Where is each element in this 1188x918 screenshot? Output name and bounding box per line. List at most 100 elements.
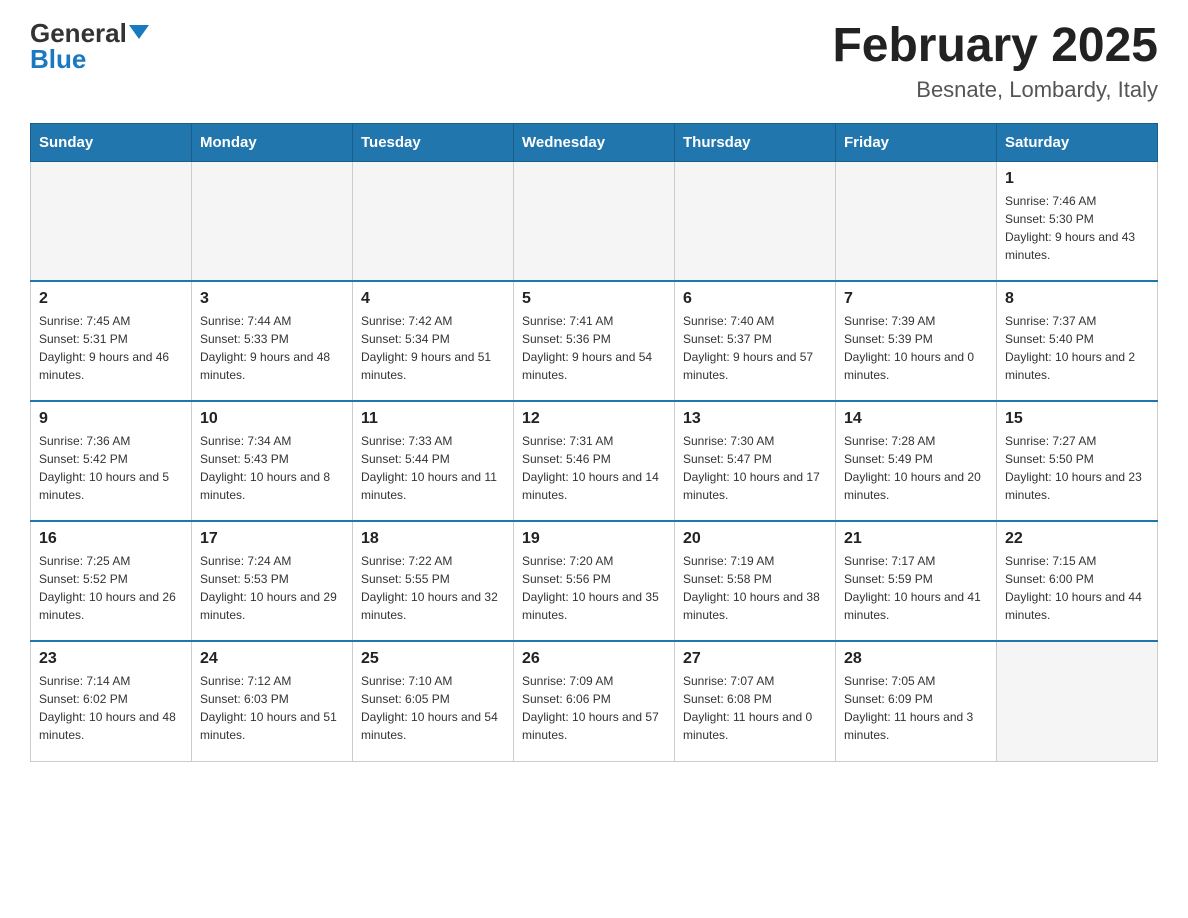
table-row: 22 Sunrise: 7:15 AMSunset: 6:00 PMDayligh… [997,521,1158,641]
day-info: Sunrise: 7:05 AMSunset: 6:09 PMDaylight:… [844,672,988,744]
day-number: 24 [200,650,344,668]
table-row: 9 Sunrise: 7:36 AMSunset: 5:42 PMDaylight… [31,401,192,521]
col-saturday: Saturday [997,123,1158,161]
table-row: 6 Sunrise: 7:40 AMSunset: 5:37 PMDaylight… [675,281,836,401]
day-info: Sunrise: 7:19 AMSunset: 5:58 PMDaylight:… [683,552,827,624]
table-row: 17 Sunrise: 7:24 AMSunset: 5:53 PMDayligh… [192,521,353,641]
day-number: 13 [683,410,827,428]
col-tuesday: Tuesday [353,123,514,161]
day-number: 18 [361,530,505,548]
day-number: 6 [683,290,827,308]
day-number: 19 [522,530,666,548]
day-number: 7 [844,290,988,308]
col-wednesday: Wednesday [514,123,675,161]
day-number: 2 [39,290,183,308]
table-row: 19 Sunrise: 7:20 AMSunset: 5:56 PMDayligh… [514,521,675,641]
page-header: General Blue February 2025 Besnate, Lomb… [30,20,1158,103]
table-row: 25Sunrise: 7:10 AMSunset: 6:05 PMDayligh… [353,641,514,761]
table-row [836,161,997,281]
col-thursday: Thursday [675,123,836,161]
day-number: 22 [1005,530,1149,548]
day-info: Sunrise: 7:09 AMSunset: 6:06 PMDaylight:… [522,672,666,744]
table-row: 16 Sunrise: 7:25 AMSunset: 5:52 PMDayligh… [31,521,192,641]
day-number: 12 [522,410,666,428]
logo-triangle-icon [129,25,149,39]
table-row: 13 Sunrise: 7:30 AMSunset: 5:47 PMDayligh… [675,401,836,521]
table-row: 1 Sunrise: 7:46 AMSunset: 5:30 PMDaylight… [997,161,1158,281]
day-info: Sunrise: 7:07 AMSunset: 6:08 PMDaylight:… [683,672,827,744]
col-monday: Monday [192,123,353,161]
day-info: Sunrise: 7:34 AMSunset: 5:43 PMDaylight:… [200,432,344,504]
table-row [192,161,353,281]
table-row: 23Sunrise: 7:14 AMSunset: 6:02 PMDayligh… [31,641,192,761]
location: Besnate, Lombardy, Italy [832,77,1158,103]
day-number: 14 [844,410,988,428]
table-row: 15 Sunrise: 7:27 AMSunset: 5:50 PMDayligh… [997,401,1158,521]
day-info: Sunrise: 7:15 AMSunset: 6:00 PMDaylight:… [1005,552,1149,624]
calendar-week-1: 1 Sunrise: 7:46 AMSunset: 5:30 PMDaylight… [31,161,1158,281]
table-row: 24 Sunrise: 7:12 AMSunset: 6:03 PMDayligh… [192,641,353,761]
calendar-header-row: Sunday Monday Tuesday Wednesday Thursday… [31,123,1158,161]
day-info: Sunrise: 7:45 AMSunset: 5:31 PMDaylight:… [39,312,183,384]
logo-blue-text: Blue [30,46,86,72]
day-info: Sunrise: 7:24 AMSunset: 5:53 PMDaylight:… [200,552,344,624]
day-number: 10 [200,410,344,428]
day-number: 27 [683,650,827,668]
calendar-week-3: 9 Sunrise: 7:36 AMSunset: 5:42 PMDaylight… [31,401,1158,521]
day-number: 11 [361,410,505,428]
table-row: 26 Sunrise: 7:09 AMSunset: 6:06 PMDayligh… [514,641,675,761]
day-number: 20 [683,530,827,548]
day-info: Sunrise: 7:39 AMSunset: 5:39 PMDaylight:… [844,312,988,384]
calendar-week-2: 2 Sunrise: 7:45 AMSunset: 5:31 PMDaylight… [31,281,1158,401]
table-row: 7 Sunrise: 7:39 AMSunset: 5:39 PMDaylight… [836,281,997,401]
day-info: Sunrise: 7:46 AMSunset: 5:30 PMDaylight:… [1005,192,1149,264]
day-info: Sunrise: 7:41 AMSunset: 5:36 PMDaylight:… [522,312,666,384]
day-info: Sunrise: 7:31 AMSunset: 5:46 PMDaylight:… [522,432,666,504]
day-number: 15 [1005,410,1149,428]
day-number: 8 [1005,290,1149,308]
table-row [997,641,1158,761]
day-info: Sunrise: 7:27 AMSunset: 5:50 PMDaylight:… [1005,432,1149,504]
day-info: Sunrise: 7:12 AMSunset: 6:03 PMDaylight:… [200,672,344,744]
day-number: 3 [200,290,344,308]
table-row: 5 Sunrise: 7:41 AMSunset: 5:36 PMDaylight… [514,281,675,401]
logo-general-text: General [30,20,149,46]
day-number: 26 [522,650,666,668]
day-info: Sunrise: 7:25 AMSunset: 5:52 PMDaylight:… [39,552,183,624]
day-number: 4 [361,290,505,308]
day-number: 23 [39,650,183,668]
day-info: Sunrise: 7:30 AMSunset: 5:47 PMDaylight:… [683,432,827,504]
table-row: 14Sunrise: 7:28 AMSunset: 5:49 PMDayligh… [836,401,997,521]
table-row [353,161,514,281]
day-number: 25 [361,650,505,668]
day-number: 5 [522,290,666,308]
day-number: 1 [1005,170,1149,188]
calendar-week-5: 23Sunrise: 7:14 AMSunset: 6:02 PMDayligh… [31,641,1158,761]
day-number: 16 [39,530,183,548]
table-row: 4 Sunrise: 7:42 AMSunset: 5:34 PMDaylight… [353,281,514,401]
day-info: Sunrise: 7:22 AMSunset: 5:55 PMDaylight:… [361,552,505,624]
calendar-week-4: 16 Sunrise: 7:25 AMSunset: 5:52 PMDayligh… [31,521,1158,641]
day-number: 9 [39,410,183,428]
calendar-table: Sunday Monday Tuesday Wednesday Thursday… [30,123,1158,762]
day-info: Sunrise: 7:44 AMSunset: 5:33 PMDaylight:… [200,312,344,384]
day-number: 21 [844,530,988,548]
day-info: Sunrise: 7:37 AMSunset: 5:40 PMDaylight:… [1005,312,1149,384]
col-sunday: Sunday [31,123,192,161]
table-row: 12 Sunrise: 7:31 AMSunset: 5:46 PMDayligh… [514,401,675,521]
day-info: Sunrise: 7:42 AMSunset: 5:34 PMDaylight:… [361,312,505,384]
table-row: 10 Sunrise: 7:34 AMSunset: 5:43 PMDayligh… [192,401,353,521]
table-row: 3 Sunrise: 7:44 AMSunset: 5:33 PMDaylight… [192,281,353,401]
title-block: February 2025 Besnate, Lombardy, Italy [832,20,1158,103]
day-number: 17 [200,530,344,548]
day-info: Sunrise: 7:20 AMSunset: 5:56 PMDaylight:… [522,552,666,624]
day-info: Sunrise: 7:36 AMSunset: 5:42 PMDaylight:… [39,432,183,504]
table-row: 28Sunrise: 7:05 AMSunset: 6:09 PMDayligh… [836,641,997,761]
logo: General Blue [30,20,149,72]
day-info: Sunrise: 7:40 AMSunset: 5:37 PMDaylight:… [683,312,827,384]
table-row: 21 Sunrise: 7:17 AMSunset: 5:59 PMDayligh… [836,521,997,641]
table-row [514,161,675,281]
table-row [31,161,192,281]
day-info: Sunrise: 7:17 AMSunset: 5:59 PMDaylight:… [844,552,988,624]
col-friday: Friday [836,123,997,161]
